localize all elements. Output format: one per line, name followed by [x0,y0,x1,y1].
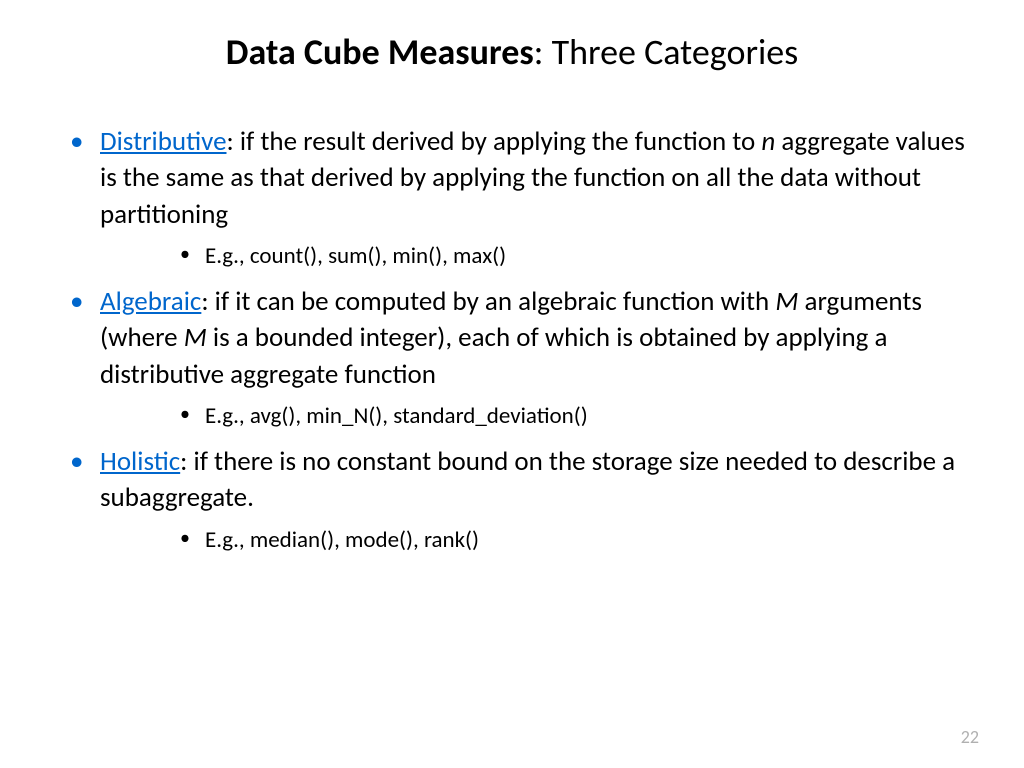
example-item: E.g., median(), mode(), rank() [180,523,974,558]
body-text: is a bounded integer), each of which is … [100,321,887,390]
bullet-distributive: Distributive: if the result derived by a… [70,124,974,274]
title-bold: Data Cube Measures [226,30,534,74]
page-number: 22 [961,726,979,748]
title-rest: : Three Categories [534,30,798,74]
example-item: E.g., avg(), min_N(), standard_deviation… [180,399,974,434]
body-text: : if the result derived by applying the … [227,125,762,158]
main-bullet-list: Distributive: if the result derived by a… [50,124,974,557]
example-item: E.g., count(), sum(), min(), max() [180,239,974,274]
body-text: : if it can be computed by an algebraic … [201,285,775,318]
body-text: : if there is no constant bound on the s… [100,445,955,514]
bullet-holistic: Holistic: if there is no constant bound … [70,444,974,557]
sub-list: E.g., count(), sum(), min(), max() [100,239,974,274]
bullet-algebraic: Algebraic: if it can be computed by an a… [70,284,974,434]
italic-n: n [761,125,775,158]
term-distributive: Distributive [100,125,227,158]
italic-m2: M [184,321,207,354]
sub-list: E.g., avg(), min_N(), standard_deviation… [100,399,974,434]
term-algebraic: Algebraic [100,285,201,318]
italic-m1: M [775,285,798,318]
sub-list: E.g., median(), mode(), rank() [100,523,974,558]
slide-title: Data Cube Measures: Three Categories [50,30,974,74]
term-holistic: Holistic [100,445,180,478]
